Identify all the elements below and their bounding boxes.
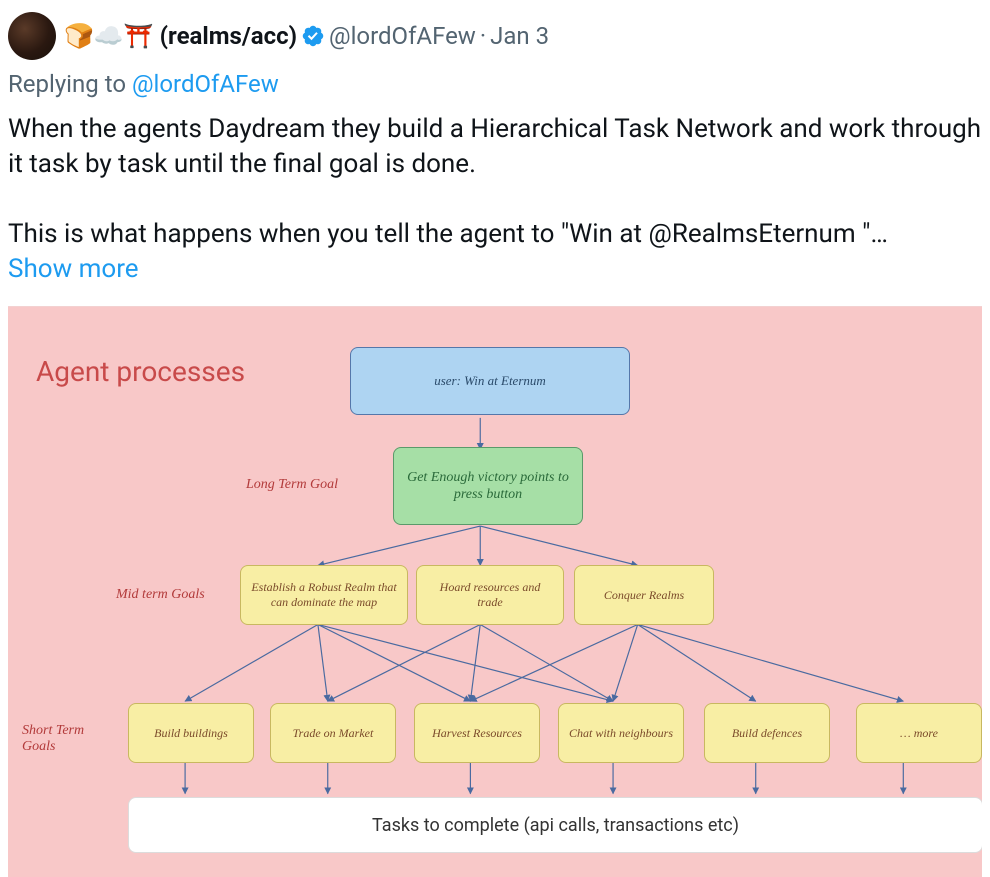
display-name[interactable]: 🍞☁️⛩️ (realms/acc) bbox=[64, 22, 297, 51]
node-short-0: Build buildings bbox=[128, 703, 254, 763]
replying-prefix: Replying to bbox=[8, 70, 132, 98]
attached-image[interactable]: Agent processes Long Term Goal Mid term … bbox=[8, 306, 982, 877]
show-more-link[interactable]: Show more bbox=[8, 254, 982, 284]
node-long-term: Get Enough victory points to press butto… bbox=[393, 447, 583, 525]
node-mid-0: Establish a Robust Realm that can domina… bbox=[240, 565, 408, 625]
bottom-tasks-bar: Tasks to complete (api calls, transactio… bbox=[128, 797, 982, 853]
tweet-container: 🍞☁️⛩️ (realms/acc) @lordOfAFew · Jan 3 R… bbox=[0, 0, 990, 877]
node-short-2: Harvest Resources bbox=[414, 703, 540, 763]
node-mid-1: Hoard resources and trade bbox=[416, 565, 564, 625]
node-short-5: … more bbox=[856, 703, 982, 763]
tweet-date[interactable]: Jan 3 bbox=[490, 22, 549, 51]
verified-badge-icon bbox=[301, 24, 325, 48]
replying-to: Replying to @lordOfAFew bbox=[8, 70, 982, 98]
avatar[interactable] bbox=[8, 12, 56, 60]
separator-dot: · bbox=[480, 22, 486, 51]
user-handle[interactable]: @lordOfAFew bbox=[329, 22, 476, 51]
diagram-canvas: Agent processes Long Term Goal Mid term … bbox=[8, 307, 982, 877]
diagram-title: Agent processes bbox=[36, 355, 245, 388]
tweet-text: When the agents Daydream they build a Hi… bbox=[8, 112, 982, 252]
node-user: user: Win at Eternum bbox=[350, 347, 630, 415]
row-label-long: Long Term Goal bbox=[246, 477, 338, 493]
node-short-1: Trade on Market bbox=[270, 703, 396, 763]
replying-handle[interactable]: @lordOfAFew bbox=[132, 70, 279, 98]
node-mid-2: Conquer Realms bbox=[574, 565, 714, 625]
user-name-row: 🍞☁️⛩️ (realms/acc) @lordOfAFew · Jan 3 bbox=[64, 22, 549, 51]
node-short-3: Chat with neighbours bbox=[558, 703, 684, 763]
row-label-mid: Mid term Goals bbox=[116, 587, 205, 603]
row-label-short: Short Term Goals bbox=[22, 723, 84, 755]
tweet-header: 🍞☁️⛩️ (realms/acc) @lordOfAFew · Jan 3 bbox=[8, 12, 982, 60]
node-short-4: Build defences bbox=[704, 703, 830, 763]
